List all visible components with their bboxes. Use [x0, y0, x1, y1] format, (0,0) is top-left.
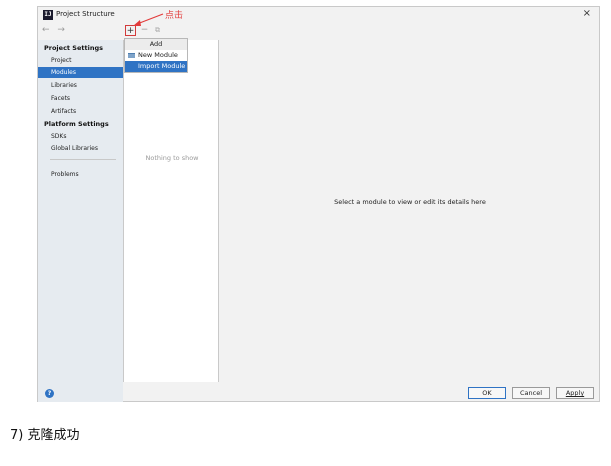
- annotation-text: 点击: [165, 11, 184, 21]
- annotation-arrow-icon: [133, 13, 164, 26]
- step-caption: 7) 克隆成功: [10, 428, 80, 443]
